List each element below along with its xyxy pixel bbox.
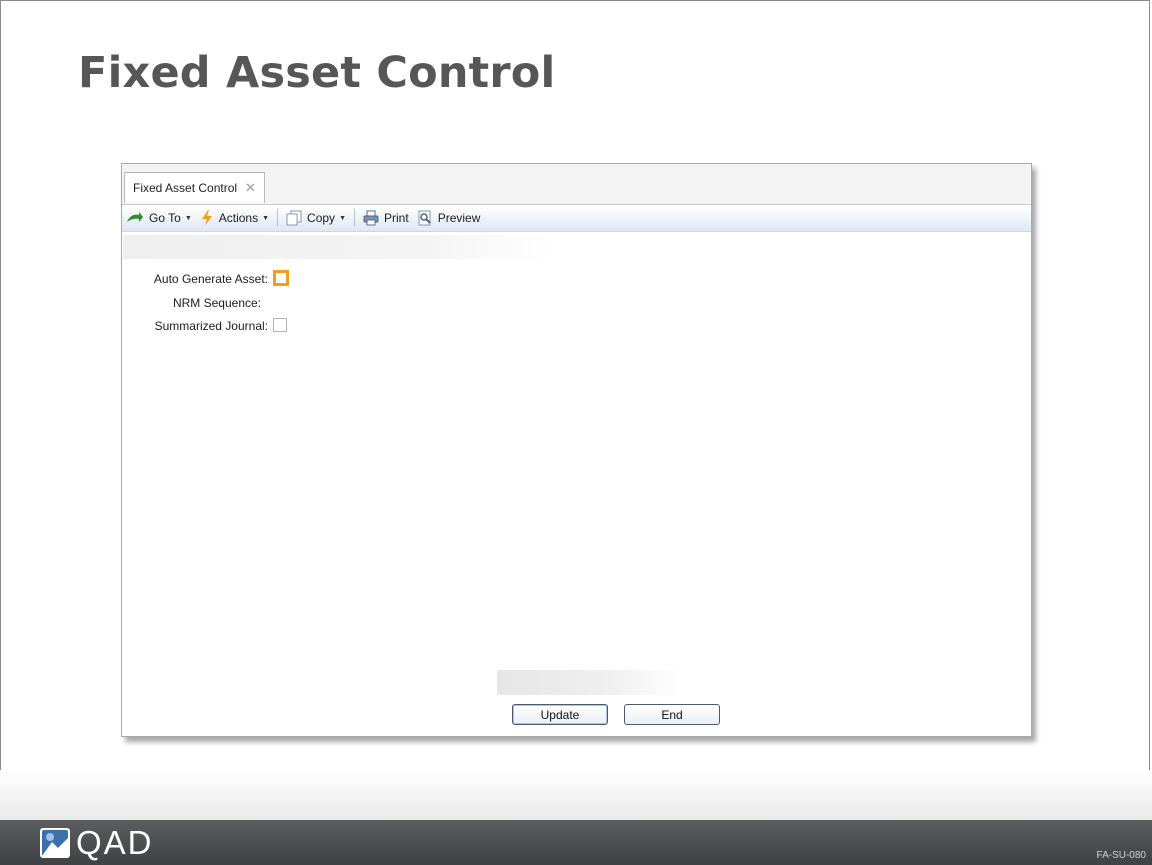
status-strip: [123, 235, 552, 259]
footer-bar: [0, 820, 1152, 865]
copy-label: Copy: [307, 211, 336, 225]
toolbar-separator: [354, 209, 355, 227]
actions-label: Actions: [218, 211, 259, 225]
goto-label: Go To: [149, 211, 181, 225]
tab-strip: Fixed Asset Control ✕: [122, 164, 1031, 205]
footer-fade: [0, 770, 1152, 820]
copy-icon: [286, 210, 302, 226]
goto-icon: [127, 212, 143, 222]
logo-text: QAD: [76, 824, 154, 861]
app-window: Fixed Asset Control ✕ Go To ▼ Actions ▼ …: [121, 163, 1032, 737]
actions-icon: [201, 210, 212, 226]
goto-menu-button[interactable]: Go To ▼: [122, 207, 196, 229]
preview-icon: [418, 210, 431, 226]
toolbar-separator: [277, 209, 279, 227]
tab-close-icon[interactable]: ✕: [245, 180, 256, 196]
slide-code: FA-SU-080: [1096, 850, 1146, 861]
update-button[interactable]: Update: [512, 704, 608, 725]
auto-generate-asset-checkbox[interactable]: [273, 270, 289, 286]
tab-fixed-asset-control[interactable]: Fixed Asset Control ✕: [124, 172, 265, 203]
print-label: Print: [384, 211, 409, 225]
qad-logo-icon: [40, 828, 70, 858]
qad-logo: QAD: [40, 824, 154, 861]
slide-title: Fixed Asset Control: [78, 48, 556, 98]
status-bar-strip: [497, 670, 682, 695]
print-button[interactable]: Print: [359, 207, 413, 229]
end-button[interactable]: End: [624, 704, 720, 725]
auto-generate-asset-label: Auto Generate Asset:: [153, 272, 268, 286]
print-icon: [363, 210, 379, 226]
copy-menu-button[interactable]: Copy ▼: [282, 207, 350, 229]
tab-label: Fixed Asset Control: [133, 181, 238, 195]
preview-button[interactable]: Preview: [413, 207, 485, 229]
copy-dropdown-icon: ▼: [339, 214, 346, 222]
actions-dropdown-icon: ▼: [262, 214, 270, 222]
nrm-sequence-label: NRM Sequence:: [172, 296, 261, 310]
toolbar: Go To ▼ Actions ▼ Copy ▼ Print Preview: [122, 205, 1031, 232]
summarized-journal-label: Summarized Journal:: [154, 319, 268, 333]
actions-menu-button[interactable]: Actions ▼: [196, 207, 273, 229]
goto-dropdown-icon: ▼: [184, 214, 192, 222]
preview-label: Preview: [437, 211, 481, 225]
summarized-journal-checkbox[interactable]: [273, 318, 287, 332]
